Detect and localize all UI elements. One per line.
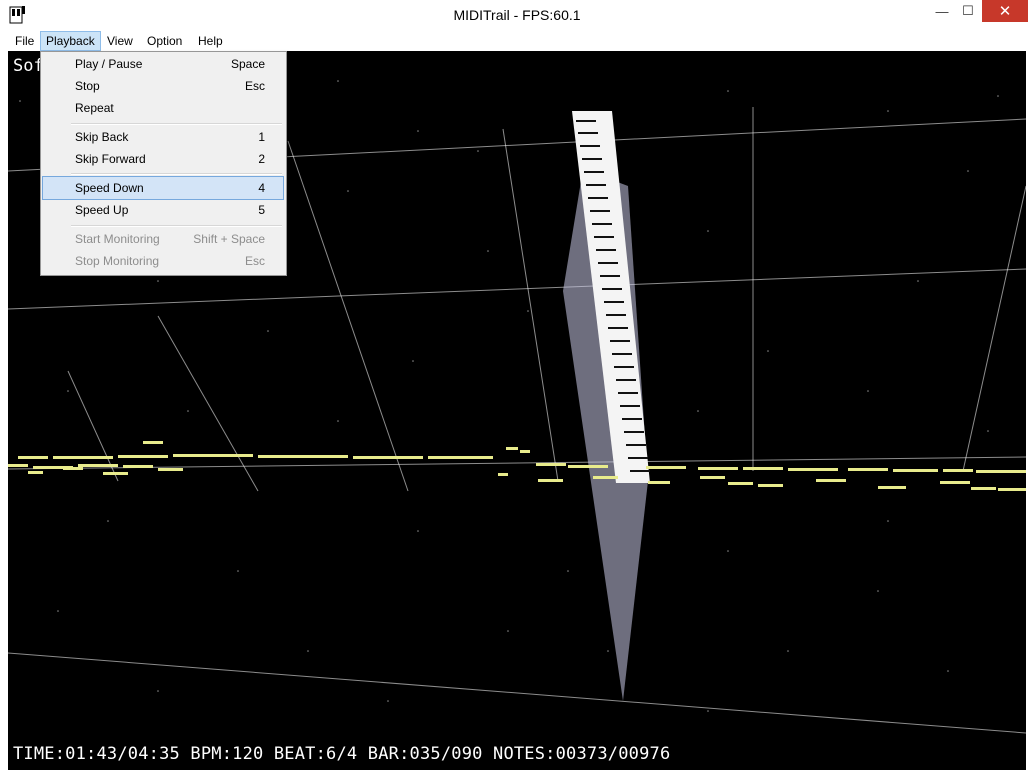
- menu-file[interactable]: File: [10, 32, 39, 50]
- menu-separator: [71, 225, 282, 227]
- menu-view[interactable]: View: [102, 32, 138, 50]
- menu-item-speed-down[interactable]: Speed Down 4: [42, 176, 284, 200]
- playback-menu-dropdown: Play / Pause Space Stop Esc Repeat Skip …: [40, 51, 287, 276]
- menu-item-start-monitoring[interactable]: Start Monitoring Shift + Space: [43, 228, 283, 250]
- title-bar: MIDITrail - FPS:60.1 — ☐ ✕: [0, 0, 1034, 31]
- menu-separator: [71, 173, 282, 175]
- menu-item-play-pause[interactable]: Play / Pause Space: [43, 53, 283, 75]
- menu-help[interactable]: Help: [193, 32, 228, 50]
- minimize-button[interactable]: —: [928, 0, 956, 22]
- menu-item-skip-forward[interactable]: Skip Forward 2: [43, 148, 283, 170]
- menu-separator: [71, 123, 282, 125]
- menu-bar: File Playback View Option Help: [8, 31, 1026, 52]
- menu-item-speed-up[interactable]: Speed Up 5: [43, 199, 283, 221]
- playback-status-line: TIME:01:43/04:35 BPM:120 BEAT:6/4 BAR:03…: [13, 744, 671, 764]
- close-button[interactable]: ✕: [982, 0, 1028, 22]
- menu-item-stop[interactable]: Stop Esc: [43, 75, 283, 97]
- maximize-button[interactable]: ☐: [954, 0, 982, 22]
- menu-option[interactable]: Option: [142, 32, 187, 50]
- menu-item-stop-monitoring[interactable]: Stop Monitoring Esc: [43, 250, 283, 272]
- menu-playback[interactable]: Playback: [40, 31, 101, 51]
- menu-item-skip-back[interactable]: Skip Back 1: [43, 126, 283, 148]
- window-title: MIDITrail - FPS:60.1: [453, 7, 581, 23]
- menu-item-repeat[interactable]: Repeat: [43, 97, 283, 119]
- note-trail: [8, 441, 1026, 491]
